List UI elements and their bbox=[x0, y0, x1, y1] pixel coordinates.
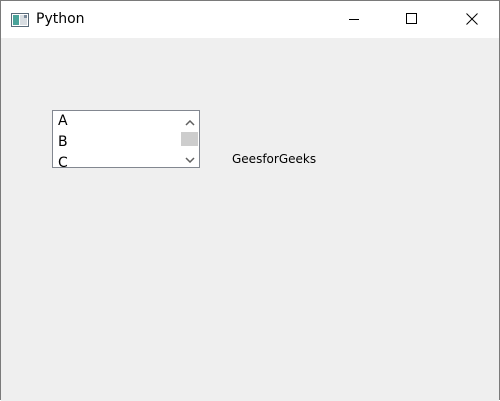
scroll-up-button[interactable] bbox=[180, 112, 199, 129]
list-items: A B C bbox=[53, 111, 180, 167]
title-bar[interactable]: Python bbox=[1, 1, 499, 38]
python-app-icon bbox=[11, 12, 29, 27]
app-window: Python A B C GeesforGeeks bbox=[0, 0, 500, 401]
list-item-c[interactable]: C bbox=[53, 153, 180, 167]
result-label: GeesforGeeks bbox=[232, 152, 317, 166]
list-item-b[interactable]: B bbox=[53, 132, 180, 153]
chevron-down-icon bbox=[184, 148, 195, 167]
list-item-a[interactable]: A bbox=[53, 111, 180, 132]
scroll-down-button[interactable] bbox=[180, 149, 199, 166]
window-title: Python bbox=[36, 11, 85, 27]
minimize-icon bbox=[348, 10, 360, 29]
maximize-button[interactable] bbox=[389, 1, 435, 38]
maximize-icon bbox=[406, 10, 418, 29]
chevron-up-icon bbox=[184, 111, 195, 130]
client-area: A B C GeesforGeeks bbox=[1, 38, 499, 401]
list-widget[interactable]: A B C bbox=[52, 110, 200, 168]
close-icon bbox=[466, 10, 478, 29]
close-button[interactable] bbox=[449, 1, 495, 38]
scroll-thumb[interactable] bbox=[181, 132, 198, 146]
vertical-scrollbar[interactable] bbox=[180, 111, 199, 167]
minimize-button[interactable] bbox=[331, 1, 377, 38]
